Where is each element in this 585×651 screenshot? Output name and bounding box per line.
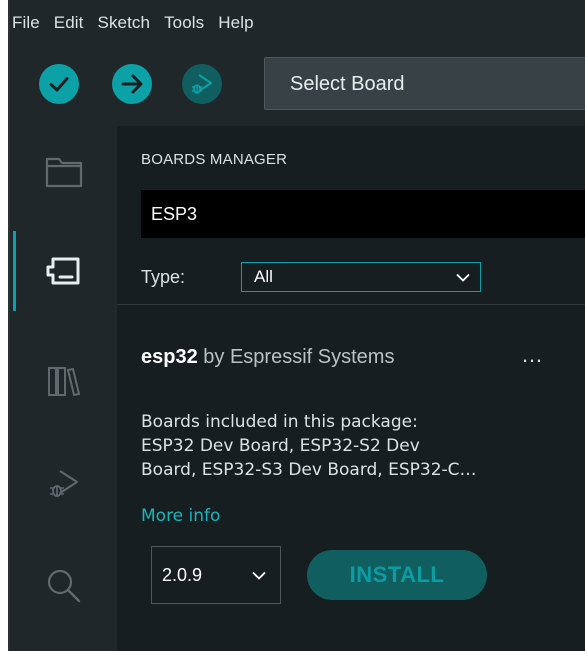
search-icon (47, 569, 80, 603)
type-filter-row: Type: All (141, 261, 481, 293)
type-label: Type: (141, 266, 186, 287)
debug-icon (49, 470, 78, 497)
activity-search[interactable] (10, 546, 117, 626)
card-header: esp32 by Espressif Systems (141, 346, 581, 376)
activity-sketchbook[interactable] (10, 132, 117, 212)
menu-help[interactable]: Help (218, 13, 253, 33)
activity-boards-manager[interactable] (10, 231, 117, 311)
chevron-down-icon (252, 571, 266, 580)
version-value: 2.0.9 (162, 564, 203, 585)
check-icon (49, 77, 69, 92)
debug-icon (192, 74, 212, 94)
menu-sketch[interactable]: Sketch (98, 13, 151, 33)
library-icon (47, 367, 80, 397)
menu-bar: File Edit Sketch Tools Help (10, 0, 585, 45)
package-description: ESP32 Dev Board, ESP32-S2 Dev Board, ESP… (141, 436, 477, 480)
activity-debug[interactable] (10, 444, 117, 524)
card-more-actions-button[interactable]: … (521, 342, 544, 368)
debug-button[interactable] (182, 64, 222, 104)
menu-edit[interactable]: Edit (54, 13, 84, 33)
type-select-value: All (254, 267, 273, 286)
window-left-margin (0, 0, 10, 651)
folder-icon (45, 157, 82, 188)
board-select-dropdown[interactable]: Select Board (264, 57, 585, 110)
upload-button[interactable] (112, 64, 152, 104)
chevron-down-icon (456, 273, 470, 282)
package-name: esp32 (141, 346, 198, 368)
panel-divider (117, 304, 585, 305)
boards-search-input[interactable]: ESP3 (141, 190, 585, 238)
menu-file[interactable]: File (12, 13, 40, 33)
version-select[interactable]: 2.0.9 (151, 546, 281, 604)
activity-library-manager[interactable] (10, 341, 117, 421)
install-button[interactable]: INSTALL (307, 550, 487, 600)
boards-manager-icon (46, 257, 79, 285)
type-select[interactable]: All (241, 262, 481, 292)
menu-tools[interactable]: Tools (164, 13, 204, 33)
more-info-link[interactable]: More info (141, 506, 220, 526)
package-description-label: Boards included in this package: (141, 412, 418, 432)
panel-title: BOARDS MANAGER (141, 151, 288, 168)
arduino-ide-window: File Edit Sketch Tools Help Select Board (10, 0, 585, 651)
package-author: by Espressif Systems (203, 346, 395, 368)
arrow-right-icon (121, 74, 143, 94)
verify-button[interactable] (39, 64, 79, 104)
toolbar: Select Board (10, 45, 585, 126)
boards-manager-panel: BOARDS MANAGER ESP3 Type: All esp32 by E… (117, 126, 585, 651)
activity-bar (10, 126, 117, 651)
